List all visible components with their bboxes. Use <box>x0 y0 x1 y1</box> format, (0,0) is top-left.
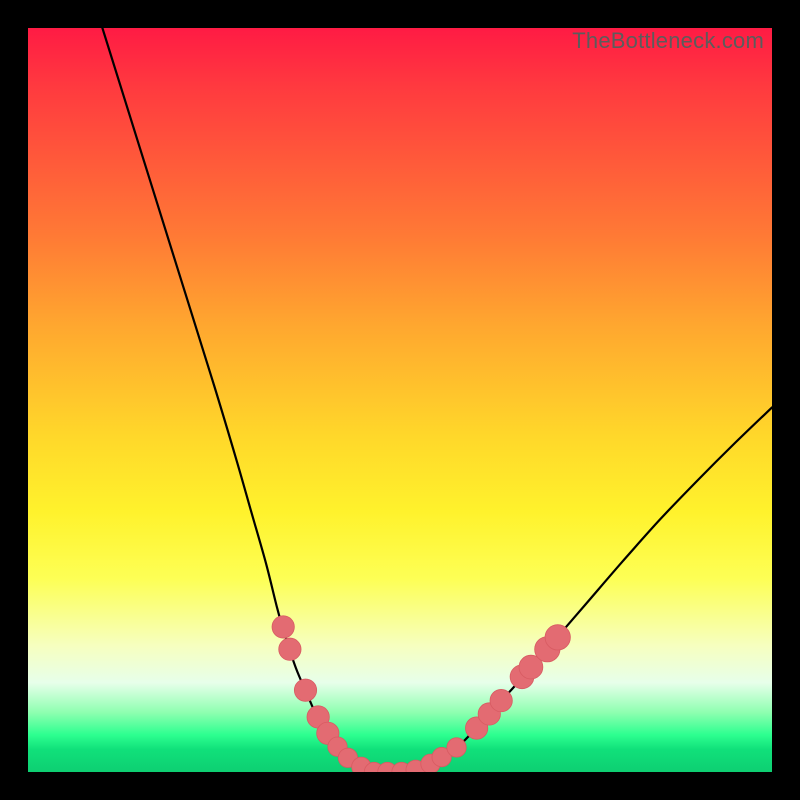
chart-frame: TheBottleneck.com <box>0 0 800 800</box>
watermark-text: TheBottleneck.com <box>572 28 764 54</box>
curve-marker <box>272 616 294 638</box>
chart-svg <box>28 28 772 772</box>
curve-marker <box>545 625 570 650</box>
plot-area <box>28 28 772 772</box>
markers-group <box>272 616 570 772</box>
curve-marker <box>279 638 301 660</box>
curve-marker <box>294 679 316 701</box>
curve-marker <box>447 738 466 757</box>
curve-marker <box>490 689 512 711</box>
bottleneck-curve <box>102 28 772 772</box>
